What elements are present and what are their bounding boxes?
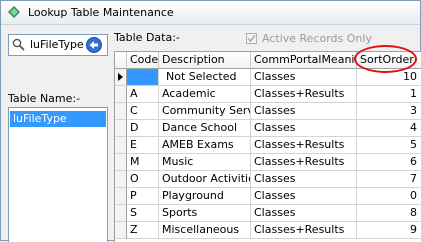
grid-cell-code[interactable]: O <box>127 171 159 188</box>
grid-cell-sort[interactable]: 9 <box>357 222 421 239</box>
go-arrow-icon[interactable] <box>86 37 102 53</box>
grid-cell-meaning[interactable]: Classes <box>251 69 357 86</box>
grid-cell-description[interactable]: Miscellaneous <box>159 222 251 239</box>
grid-cell-description[interactable]: Academic <box>159 86 251 103</box>
grid-cell-meaning[interactable]: Classes+Results <box>251 154 357 171</box>
grid-cell-meaning[interactable]: Classes+Results <box>251 137 357 154</box>
search-value: luFileType <box>30 38 84 51</box>
grid-cell-meaning[interactable]: Classes+Results <box>251 86 357 103</box>
diamond-app-icon <box>8 6 20 18</box>
grid-cell-sort[interactable]: 7 <box>357 171 421 188</box>
grid-cell-code[interactable]: D <box>127 120 159 137</box>
grid-cell-description[interactable]: Playground <box>159 188 251 205</box>
grid-cell-code[interactable]: C <box>127 103 159 120</box>
highlight-circle-annotation <box>354 45 417 73</box>
grid-cell-meaning[interactable]: Classes <box>251 205 357 222</box>
active-records-checkbox[interactable] <box>246 33 257 44</box>
grid-cell-code[interactable]: S <box>127 205 159 222</box>
row-selector[interactable] <box>115 205 127 222</box>
window-title: Lookup Table Maintenance <box>28 6 174 19</box>
grid-cell-description[interactable]: Dance School <box>159 120 251 137</box>
table-name-label: Table Name:- <box>8 92 81 105</box>
row-selector[interactable] <box>115 171 127 188</box>
grid-cell-sort[interactable]: 8 <box>357 205 421 222</box>
row-selector[interactable] <box>115 120 127 137</box>
grid-cell-meaning[interactable]: Classes+Results <box>251 222 357 239</box>
grid-cell-sort[interactable]: 5 <box>357 137 421 154</box>
grid-cell-sort[interactable]: 3 <box>357 103 421 120</box>
row-selector[interactable] <box>115 154 127 171</box>
row-selector[interactable] <box>115 188 127 205</box>
grid-cell-code[interactable]: E <box>127 137 159 154</box>
table-list-item-selected[interactable]: luFileType <box>10 111 106 127</box>
grid-cell-meaning[interactable]: Classes <box>251 171 357 188</box>
grid-cell-description[interactable]: Community Service <box>159 103 251 120</box>
row-selector[interactable] <box>115 86 127 103</box>
table-data-label: Table Data:- <box>114 31 180 44</box>
grid-cell-meaning[interactable]: Classes <box>251 188 357 205</box>
grid-cell-code[interactable]: P <box>127 188 159 205</box>
grid-corner-header <box>115 52 127 69</box>
grid-cell-description[interactable]: AMEB Exams <box>159 137 251 154</box>
grid-cell-meaning[interactable]: Classes <box>251 103 357 120</box>
title-bar[interactable]: Lookup Table Maintenance <box>1 1 420 25</box>
grid-cell-sort[interactable]: 6 <box>357 154 421 171</box>
grid-cell-description[interactable]: Outdoor Activities <box>159 171 251 188</box>
grid-cell-sort[interactable]: 4 <box>357 120 421 137</box>
row-selector[interactable] <box>115 69 127 86</box>
row-selector[interactable] <box>115 222 127 239</box>
search-icon <box>12 38 25 51</box>
grid-cell-code[interactable]: Z <box>127 222 159 239</box>
grid-cell-description[interactable]: Music <box>159 154 251 171</box>
grid-cell-code[interactable]: A <box>127 86 159 103</box>
current-row-arrow-icon <box>118 73 123 81</box>
column-header-description[interactable]: Description <box>159 52 251 69</box>
table-name-list[interactable]: luFileType <box>8 107 108 242</box>
data-grid[interactable]: Code Description CommPortalMeaning SortOrde… <box>114 51 421 242</box>
grid-cell-sort[interactable]: 0 <box>357 188 421 205</box>
row-selector[interactable] <box>115 103 127 120</box>
row-selector[interactable] <box>115 137 127 154</box>
column-header-commportalmeaning[interactable]: CommPortalMeaning <box>251 52 357 69</box>
grid-cell-description[interactable]: Not Selected <box>159 69 251 86</box>
grid-cell-meaning[interactable]: Classes <box>251 120 357 137</box>
grid-cell-sort[interactable]: 1 <box>357 86 421 103</box>
grid-cell-code[interactable]: M <box>127 154 159 171</box>
active-records-label: Active Records Only <box>262 32 372 45</box>
grid-cell-description[interactable]: Sports <box>159 205 251 222</box>
grid-cell-code[interactable] <box>127 69 159 86</box>
column-header-code[interactable]: Code <box>127 52 159 69</box>
